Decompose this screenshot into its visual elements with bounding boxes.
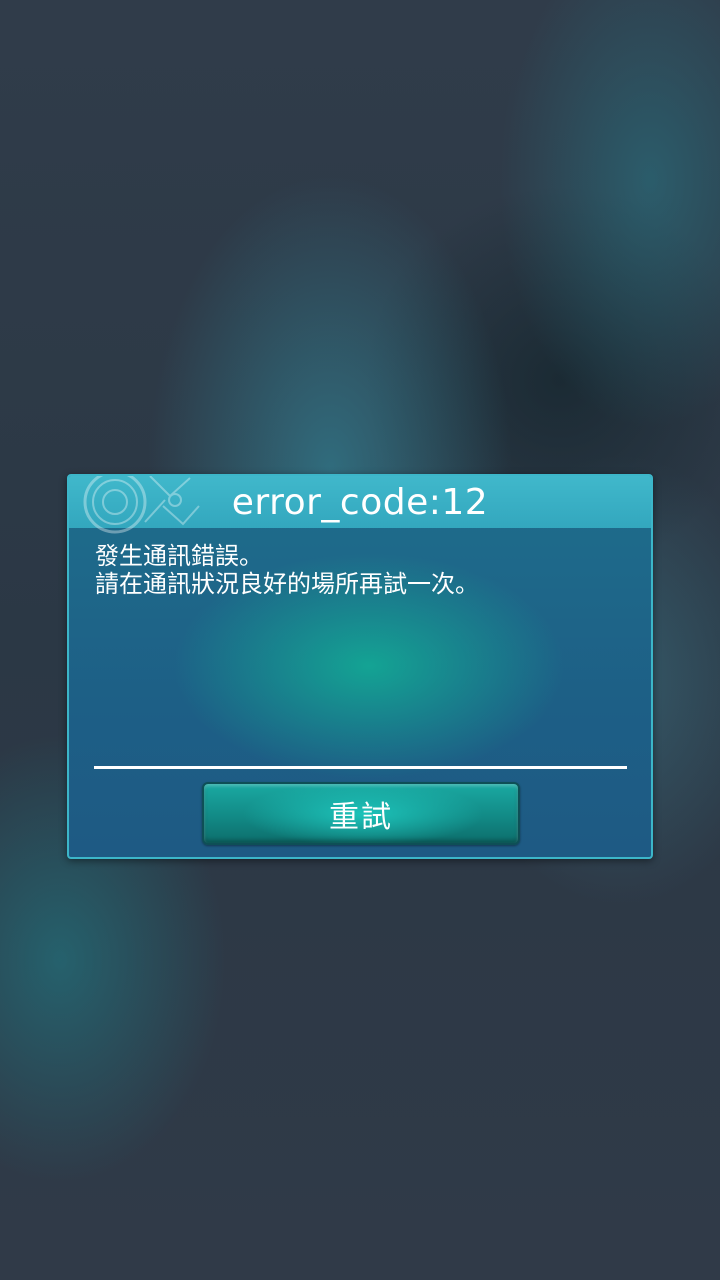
divider: [94, 766, 627, 769]
retry-button-label: 重試: [329, 799, 393, 835]
dialog-header: error_code:12: [69, 476, 651, 534]
dialog-title: error_code:12: [231, 482, 489, 523]
message-line: 請在通訊狀況良好的場所再試一次。: [95, 570, 479, 598]
retry-button[interactable]: 重試: [202, 782, 520, 845]
error-dialog: error_code:12 發生通訊錯誤。 請在通訊狀況良好的場所再試一次。 重…: [67, 474, 653, 859]
error-message: 發生通訊錯誤。 請在通訊狀況良好的場所再試一次。: [95, 542, 615, 598]
message-line: 發生通訊錯誤。: [95, 542, 263, 570]
